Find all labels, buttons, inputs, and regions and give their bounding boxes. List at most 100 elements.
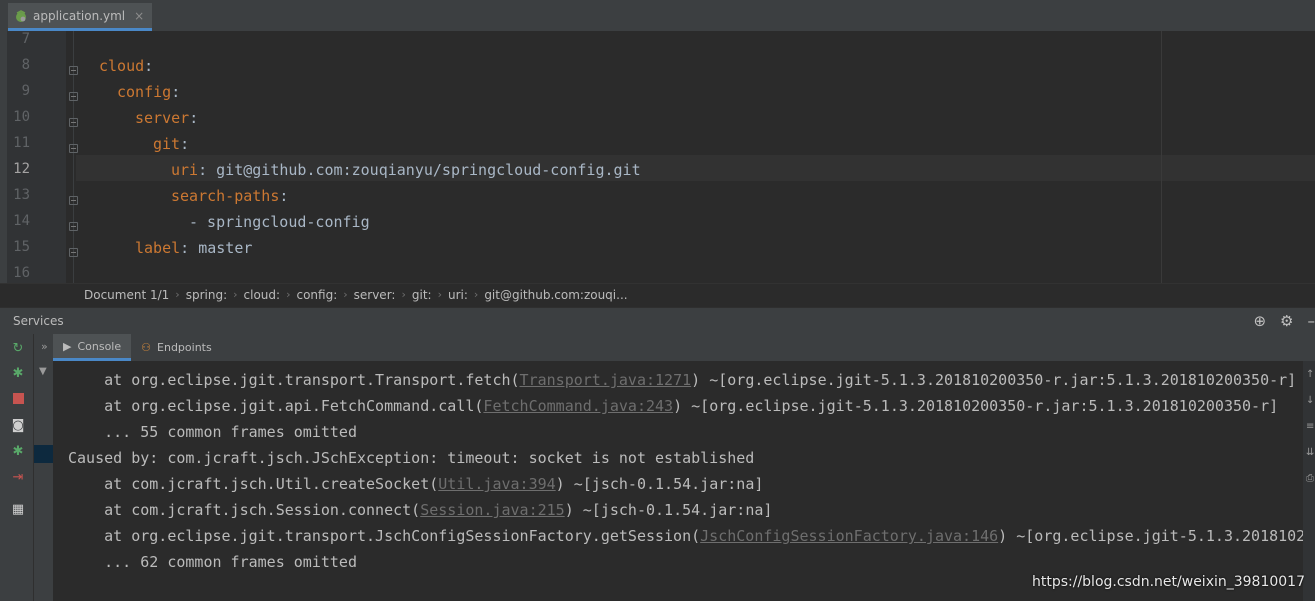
debug-icon[interactable]: ✱	[11, 367, 25, 381]
breadcrumb-separator-icon: ›	[401, 288, 406, 301]
breadcrumb-item[interactable]: uri:	[448, 288, 468, 302]
line-number: 16	[13, 265, 30, 281]
print-icon[interactable]: ⎙	[1306, 473, 1314, 484]
stop-icon[interactable]	[11, 393, 25, 407]
tab-console-label: Console	[77, 339, 122, 353]
breadcrumb-separator-icon: ›	[233, 288, 238, 301]
rerun-icon[interactable]: ↻	[11, 342, 25, 356]
debug-attach-icon[interactable]: ✱	[11, 445, 25, 459]
gear-icon[interactable]: ⚙	[1280, 312, 1293, 330]
console-text: at org.eclipse.jgit.transport.Transport.…	[68, 371, 520, 389]
console-line: ... 62 common frames omitted	[68, 553, 357, 571]
fold-marker-icon[interactable]	[69, 196, 78, 205]
console-output[interactable]: at org.eclipse.jgit.transport.Transport.…	[53, 361, 1303, 601]
tab-endpoints[interactable]: ⚇ Endpoints	[131, 334, 222, 361]
yaml-file-icon	[16, 9, 26, 22]
services-header-actions: ⊕ ⚙ –	[1253, 312, 1315, 330]
breadcrumb-item[interactable]: server:	[354, 288, 396, 302]
breadcrumb-separator-icon: ›	[473, 288, 479, 301]
code-line: config:	[117, 83, 180, 101]
yaml-key: git	[153, 135, 181, 153]
console-text: at com.jcraft.jsch.Util.createSocket(	[68, 475, 439, 493]
services-tree-strip: » ▼	[34, 334, 54, 601]
layout-icon[interactable]: ▦	[11, 503, 25, 517]
yaml-key: uri	[171, 161, 199, 179]
fold-marker-icon[interactable]	[69, 222, 78, 231]
fold-marker-icon[interactable]	[69, 144, 78, 153]
console-line: ... 55 common frames omitted	[68, 423, 357, 441]
code-line: cloud:	[99, 57, 153, 75]
target-icon[interactable]: ⊕	[1253, 312, 1266, 330]
source-link[interactable]: Session.java:215	[420, 501, 565, 519]
tab-console[interactable]: ▶ Console	[53, 334, 132, 361]
fold-marker-icon[interactable]	[69, 248, 78, 257]
console-line: at com.jcraft.jsch.Session.connect(Sessi…	[68, 501, 772, 519]
fold-marker-icon[interactable]	[69, 66, 78, 75]
source-link[interactable]: Util.java:394	[438, 475, 555, 493]
services-toolbar: ↻ ✱ ◙ ✱ ⇥ ▦	[0, 334, 34, 601]
line-number: 10	[13, 109, 30, 125]
source-link[interactable]: Transport.java:1271	[520, 371, 692, 389]
yaml-colon: :	[198, 161, 208, 179]
yaml-colon: :	[279, 187, 289, 205]
console-text: ) ~[jsch-0.1.54.jar:na]	[555, 475, 764, 493]
line-number: 7	[21, 31, 30, 47]
console-text: at org.eclipse.jgit.api.FetchCommand.cal…	[68, 397, 484, 415]
wrap-icon[interactable]: ≡	[1306, 421, 1314, 432]
scroll-end-icon[interactable]: ⇊	[1306, 447, 1314, 458]
close-icon[interactable]: ×	[134, 9, 144, 23]
breadcrumb-item[interactable]: spring:	[186, 288, 227, 302]
scroll-down-icon[interactable]: ↓	[1306, 395, 1314, 406]
breadcrumb-item[interactable]: git@github.com:zouqi...	[484, 288, 627, 302]
console-text: ) ~[org.eclipse.jgit-5.1.3.201810200350-…	[691, 371, 1297, 389]
breadcrumb-separator-icon: ›	[437, 288, 442, 301]
scroll-up-icon[interactable]: ↑	[1306, 369, 1314, 380]
selected-tree-node[interactable]	[34, 445, 53, 463]
code-line: server:	[135, 109, 198, 127]
tree-collapse-icon[interactable]: ▼	[39, 366, 47, 377]
editor-tab-application-yml[interactable]: application.yml ×	[8, 3, 153, 31]
source-link[interactable]: JschConfigSessionFactory.java:146	[700, 527, 998, 545]
exit-icon[interactable]: ⇥	[11, 471, 25, 485]
yaml-colon: :	[180, 135, 190, 153]
yaml-colon: :	[171, 83, 181, 101]
console-line: at com.jcraft.jsch.Util.createSocket(Uti…	[68, 475, 763, 493]
code-line: uri: git@github.com:zouqianyu/springclou…	[171, 161, 641, 179]
code-line: label: master	[135, 239, 252, 257]
right-margin-guide	[1161, 31, 1162, 283]
camera-icon[interactable]: ◙	[11, 419, 25, 433]
breadcrumb-separator-icon: ›	[343, 288, 348, 301]
fold-marker-icon[interactable]	[69, 118, 78, 127]
services-title: Services	[13, 314, 64, 328]
yaml-colon: :	[180, 239, 190, 257]
breadcrumb-item[interactable]: Document 1/1	[84, 288, 169, 302]
console-text: at org.eclipse.jgit.transport.JschConfig…	[68, 527, 701, 545]
line-number: 8	[21, 57, 30, 73]
console-text: ) ~[org.eclipse.jgit-5.1.3.2018102	[998, 527, 1303, 545]
editor-tab-bar: application.yml ×	[0, 0, 1315, 32]
console-tab-bar: ▶ Console ⚇ Endpoints	[53, 334, 1315, 361]
console-text: ... 62 common frames omitted	[68, 553, 357, 571]
yaml-value: - springcloud-config	[189, 213, 370, 231]
breadcrumb: Document 1/1 › spring: › cloud: › config: › serv…	[0, 283, 1315, 305]
yaml-key: label	[135, 239, 181, 257]
source-link[interactable]: FetchCommand.java:243	[483, 397, 673, 415]
breadcrumb-item[interactable]: cloud:	[244, 288, 281, 302]
endpoints-icon: ⚇	[141, 341, 152, 354]
breadcrumb-item[interactable]: config:	[296, 288, 337, 302]
console-text: ... 55 common frames omitted	[68, 423, 357, 441]
fold-marker-icon[interactable]	[69, 92, 78, 101]
yaml-value: master	[189, 239, 253, 257]
console-line: at org.eclipse.jgit.api.FetchCommand.cal…	[68, 397, 1278, 415]
breadcrumb-item[interactable]: git:	[412, 288, 432, 302]
services-header: Services ⊕ ⚙ –	[0, 307, 1315, 334]
console-line: Caused by: com.jcraft.jsch.JSchException…	[68, 449, 754, 467]
expand-panel-icon[interactable]: »	[41, 340, 48, 353]
watermark: https://blog.csdn.net/weixin_39810017	[1031, 574, 1305, 590]
minimize-icon[interactable]: –	[1308, 312, 1315, 330]
code-editor[interactable]: 7 8 9 10 11 12 13 14 15 16 cloud: config: server: gi…	[0, 31, 1315, 283]
yaml-key: server	[135, 109, 190, 127]
yaml-key: cloud	[99, 57, 145, 75]
line-number: 14	[13, 213, 30, 229]
yaml-key: search-paths	[171, 187, 280, 205]
